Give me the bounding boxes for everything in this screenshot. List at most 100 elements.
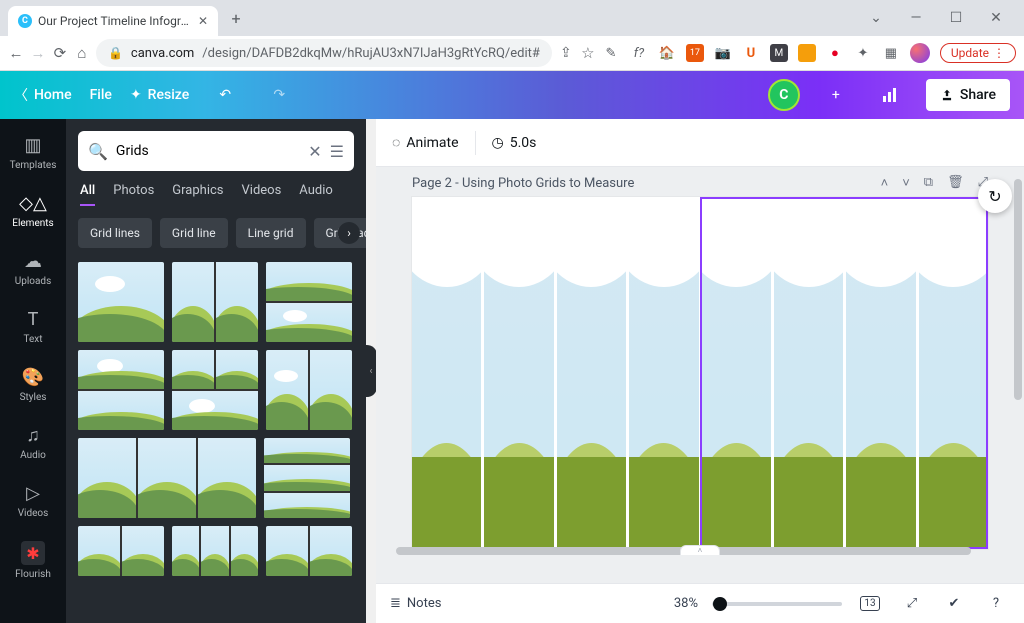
chip[interactable]: Grid line (160, 218, 228, 248)
canvas-scroll[interactable]: Page 2 - Using Photo Grids to Measure ˄ … (376, 167, 1024, 583)
close-tab-icon[interactable]: ✕ (198, 14, 208, 28)
profile-avatar-icon[interactable] (910, 43, 930, 63)
ext-cal-icon[interactable]: 17 (686, 44, 704, 62)
chevron-down-icon[interactable]: ⌄ (864, 10, 888, 26)
ext-f-icon[interactable]: f? (630, 44, 648, 62)
rail-uploads[interactable]: ☁Uploads (4, 243, 62, 295)
chip[interactable]: Line grid (236, 218, 306, 248)
elements-panel: 🔍 ✕ ☰ All Photos Graphics Videos Audio G… (66, 119, 366, 623)
rail-text[interactable]: TText (4, 301, 62, 353)
grid-thumb[interactable] (78, 526, 164, 576)
grid-thumb[interactable] (266, 262, 352, 342)
grid-thumb[interactable] (78, 350, 164, 430)
file-menu[interactable]: File (90, 87, 112, 103)
rail-audio[interactable]: ♫Audio (4, 417, 62, 469)
grid-thumb[interactable] (266, 526, 352, 576)
zoom-slider-handle[interactable] (713, 597, 727, 611)
side-rail: ▥Templates ◇△Elements ☁Uploads TText 🎨St… (0, 119, 66, 623)
rail-styles[interactable]: 🎨Styles (4, 359, 62, 411)
resize-icon: ✦ (130, 87, 142, 103)
user-avatar[interactable]: C (768, 79, 800, 111)
rail-videos[interactable]: ▷Videos (4, 475, 62, 527)
page-up-icon[interactable]: ˄ (881, 175, 889, 191)
ext-u-icon[interactable]: U (742, 44, 760, 62)
chip-scroll-right-icon[interactable]: › (338, 222, 360, 244)
ext-wand-icon[interactable]: ✎ (602, 44, 620, 62)
divider (475, 131, 476, 155)
footer-bar: ≣Notes 38% 13 ⤢ ✔ ? (376, 583, 1024, 623)
browser-chrome: C Our Project Timeline Infographic ✕ + ⌄… (0, 0, 1024, 71)
rail-flourish[interactable]: ✱Flourish (4, 533, 62, 588)
tab-bar: C Our Project Timeline Infographic ✕ + ⌄… (0, 0, 1024, 36)
redo-icon[interactable]: ↷ (261, 77, 297, 113)
clear-search-icon[interactable]: ✕ (308, 142, 321, 161)
grid-thumb[interactable] (172, 350, 258, 430)
scrollbar-vertical[interactable] (1014, 175, 1022, 543)
tab-all[interactable]: All (80, 183, 95, 206)
minimize-icon[interactable]: ― (904, 10, 928, 26)
browser-tab[interactable]: C Our Project Timeline Infographic ✕ (8, 6, 218, 36)
search-icon: 🔍 (88, 142, 108, 161)
share-url-icon[interactable]: ⇪ (558, 39, 574, 67)
add-member-icon[interactable]: + (818, 77, 854, 113)
resize-menu[interactable]: ✦Resize (130, 87, 189, 103)
grid-thumb[interactable] (172, 262, 258, 342)
filter-icon[interactable]: ☰ (330, 142, 344, 161)
page-manager-button[interactable]: 13 (856, 590, 884, 618)
ext-pinterest-icon[interactable]: ● (826, 44, 844, 62)
duplicate-page-icon[interactable]: ⧉ (924, 175, 933, 191)
ext-house-icon[interactable]: 🏠 (658, 44, 676, 62)
duration-button[interactable]: ◷5.0s (492, 135, 537, 151)
search-box[interactable]: 🔍 ✕ ☰ (78, 131, 354, 171)
search-input[interactable] (116, 143, 300, 159)
tab-videos[interactable]: Videos (242, 183, 282, 206)
ext-orange-icon[interactable] (798, 44, 816, 62)
photo-grid (412, 197, 988, 549)
regenerate-button[interactable]: ↻ (978, 179, 1012, 213)
zoom-slider[interactable] (712, 602, 842, 606)
url-box[interactable]: 🔒 canva.com/design/DAFDB2dkqMw/hRujAU3xN… (96, 39, 552, 67)
grid-thumb[interactable] (264, 438, 350, 518)
ext-grid-icon[interactable]: ▦ (882, 44, 900, 62)
reload-icon[interactable]: ⟳ (52, 39, 68, 67)
ext-m-icon[interactable]: M (770, 44, 788, 62)
ext-puzzle-icon[interactable]: ✦ (854, 44, 872, 62)
chip[interactable]: Grid lines (78, 218, 152, 248)
delete-page-icon[interactable]: 🗑 (947, 175, 964, 191)
expand-pages-icon[interactable]: ˄ (680, 545, 720, 555)
back-icon[interactable]: ← (8, 39, 24, 67)
grid-thumb[interactable] (78, 262, 164, 342)
rail-templates[interactable]: ▥Templates (4, 127, 62, 179)
undo-icon[interactable]: ↶ (207, 77, 243, 113)
back-home-button[interactable]: 〈Home (14, 85, 72, 105)
tab-graphics[interactable]: Graphics (172, 183, 223, 206)
help-icon[interactable]: ? (982, 590, 1010, 618)
fullscreen-icon[interactable]: ⤢ (898, 590, 926, 618)
grid-thumb[interactable] (172, 526, 258, 576)
update-button[interactable]: Update⋮ (940, 43, 1016, 63)
insights-icon[interactable] (872, 77, 908, 113)
audio-icon: ♫ (26, 425, 40, 446)
ext-camera-icon[interactable]: 📷 (714, 44, 732, 62)
page-canvas[interactable] (412, 197, 988, 549)
animate-button[interactable]: ◌Animate (392, 134, 459, 151)
grid-thumb[interactable] (266, 350, 352, 430)
close-window-icon[interactable]: ✕ (984, 10, 1008, 26)
notes-button[interactable]: ≣Notes (390, 596, 441, 611)
share-button[interactable]: Share (926, 79, 1010, 111)
home-icon[interactable]: ⌂ (74, 39, 90, 67)
new-tab-button[interactable]: + (222, 9, 250, 28)
tab-audio[interactable]: Audio (299, 183, 332, 206)
grid-thumb[interactable] (78, 438, 256, 518)
star-icon[interactable]: ☆ (580, 39, 596, 67)
bar-chart-icon (881, 86, 899, 104)
forward-icon[interactable]: → (30, 39, 46, 67)
maximize-icon[interactable]: ☐ (944, 10, 968, 26)
tab-title: Our Project Timeline Infographic (38, 14, 192, 28)
tab-photos[interactable]: Photos (113, 183, 154, 206)
rail-elements[interactable]: ◇△Elements (4, 185, 62, 237)
check-icon[interactable]: ✔ (940, 590, 968, 618)
page-down-icon[interactable]: ˅ (902, 175, 910, 191)
canva-top-bar: 〈Home File ✦Resize ↶ ↷ C + Share (0, 71, 1024, 119)
videos-icon: ▷ (26, 483, 40, 504)
